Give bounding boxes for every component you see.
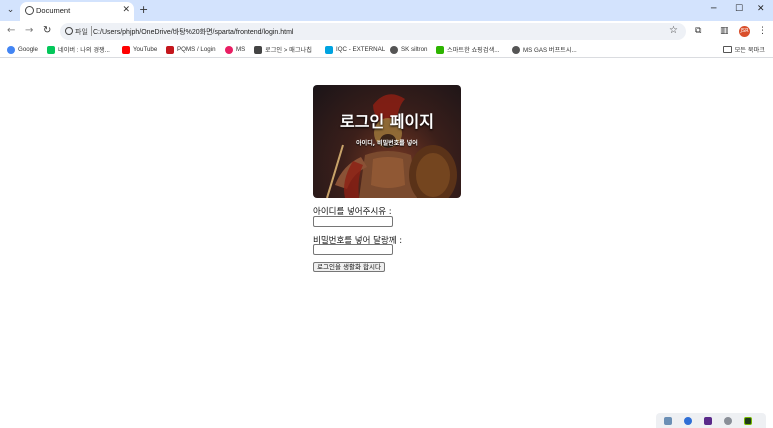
- nvidia-icon[interactable]: [744, 417, 752, 425]
- bookmark-label: 스마트한 쇼핑검색...: [447, 47, 500, 54]
- menu-icon[interactable]: ⋮: [758, 26, 767, 37]
- close-tab-icon[interactable]: ✕: [122, 5, 130, 16]
- bookmark-label: 로그인 > 매그나칩: [265, 47, 312, 54]
- bookmark-label: Google: [18, 46, 38, 53]
- reload-icon[interactable]: ↻: [43, 25, 51, 37]
- forward-icon[interactable]: →: [25, 25, 33, 37]
- bookmark-smart-shopping[interactable]: 스마트한 쇼핑검색...: [436, 44, 499, 55]
- new-tab-icon[interactable]: +: [139, 3, 148, 16]
- bookmark-label: YouTube: [133, 46, 158, 53]
- naver-icon: [47, 45, 55, 54]
- banner-subtitle: 아이디, 비밀번호를 넣어: [356, 140, 418, 147]
- minimize-icon[interactable]: ─: [711, 3, 716, 15]
- tab-bar: ⌄ Document ✕ + ─ ☐ ✕: [0, 0, 773, 21]
- close-window-icon[interactable]: ✕: [757, 3, 765, 15]
- bookmark-youtube[interactable]: YouTube: [122, 44, 157, 55]
- bookmark-label: 네이버 : 나의 경쟁...: [58, 47, 110, 54]
- tab-search-icon[interactable]: ⌄: [3, 3, 18, 18]
- globe-icon: [512, 45, 520, 54]
- address-bar[interactable]: 파일 C:/Users/phjph/OneDrive/바탕%20화면/spart…: [60, 23, 686, 40]
- cloud-icon[interactable]: [664, 417, 672, 425]
- scheme-label: 파일: [75, 28, 88, 36]
- globe-icon: [390, 45, 398, 54]
- page-title: 로그인 페이지: [340, 112, 434, 131]
- sk-icon: [166, 45, 174, 54]
- avatar[interactable]: JSR: [739, 26, 750, 37]
- google-icon: [7, 45, 15, 54]
- divider: [91, 26, 92, 36]
- tab-title: Document: [36, 6, 71, 15]
- app-icon[interactable]: [704, 417, 712, 425]
- maximize-icon[interactable]: ☐: [735, 3, 743, 15]
- ms-icon: [225, 45, 233, 54]
- bookmark-ms-gas[interactable]: MS GAS 버프트시...: [512, 44, 577, 55]
- all-bookmarks[interactable]: 모든 북마크: [722, 44, 765, 55]
- globe-icon: [25, 6, 34, 15]
- bookmarks-bar: Google 네이버 : 나의 경쟁... YouTube PQMS / Log…: [0, 42, 773, 58]
- extensions-icon[interactable]: ⧉: [695, 26, 701, 37]
- shopping-icon: [436, 45, 444, 54]
- magnachip-icon: [254, 45, 262, 54]
- bookmark-label: MS GAS 버프트시...: [523, 47, 577, 54]
- bookmark-pqms[interactable]: PQMS / Login: [166, 44, 216, 55]
- bookmark-naver[interactable]: 네이버 : 나의 경쟁...: [47, 44, 110, 55]
- bookmark-google[interactable]: Google: [7, 44, 38, 55]
- id-input[interactable]: [313, 216, 393, 227]
- info-icon[interactable]: [65, 27, 73, 35]
- bookmark-magnachip[interactable]: 로그인 > 매그나칩: [254, 44, 312, 55]
- bluetooth-icon[interactable]: [724, 417, 732, 425]
- login-button[interactable]: 로그인을 생활화 합시다: [313, 262, 385, 272]
- toolbar: ← → ↻ 파일 C:/Users/phjph/OneDrive/바탕%20화면…: [0, 21, 773, 42]
- chat-icon[interactable]: [684, 417, 692, 425]
- bookmark-label: PQMS / Login: [177, 46, 216, 53]
- bookmark-label: MS: [236, 46, 246, 53]
- bookmark-iqc[interactable]: IQC - EXTERNAL: [325, 44, 385, 55]
- banner-image: 로그인 페이지 아이디, 비밀번호를 넣어: [313, 85, 461, 198]
- tab-document[interactable]: Document ✕: [20, 2, 134, 21]
- iqc-icon: [325, 45, 333, 54]
- system-tray: [656, 413, 766, 428]
- star-icon[interactable]: ☆: [669, 25, 678, 36]
- bookmark-sk-siltron[interactable]: SK siltron: [390, 44, 427, 55]
- side-panel-icon[interactable]: ▥: [720, 26, 729, 37]
- url-text[interactable]: C:/Users/phjph/OneDrive/바탕%20화면/sparta/f…: [93, 27, 293, 37]
- bookmark-label: SK siltron: [401, 46, 428, 53]
- bookmark-label: IQC - EXTERNAL: [336, 46, 386, 53]
- bookmark-ms[interactable]: MS: [225, 44, 245, 55]
- all-bookmarks-label: 모든 북마크: [734, 47, 765, 54]
- password-input[interactable]: [313, 244, 393, 255]
- folder-icon: [722, 46, 732, 53]
- youtube-icon: [122, 45, 130, 54]
- back-icon[interactable]: ←: [7, 25, 15, 37]
